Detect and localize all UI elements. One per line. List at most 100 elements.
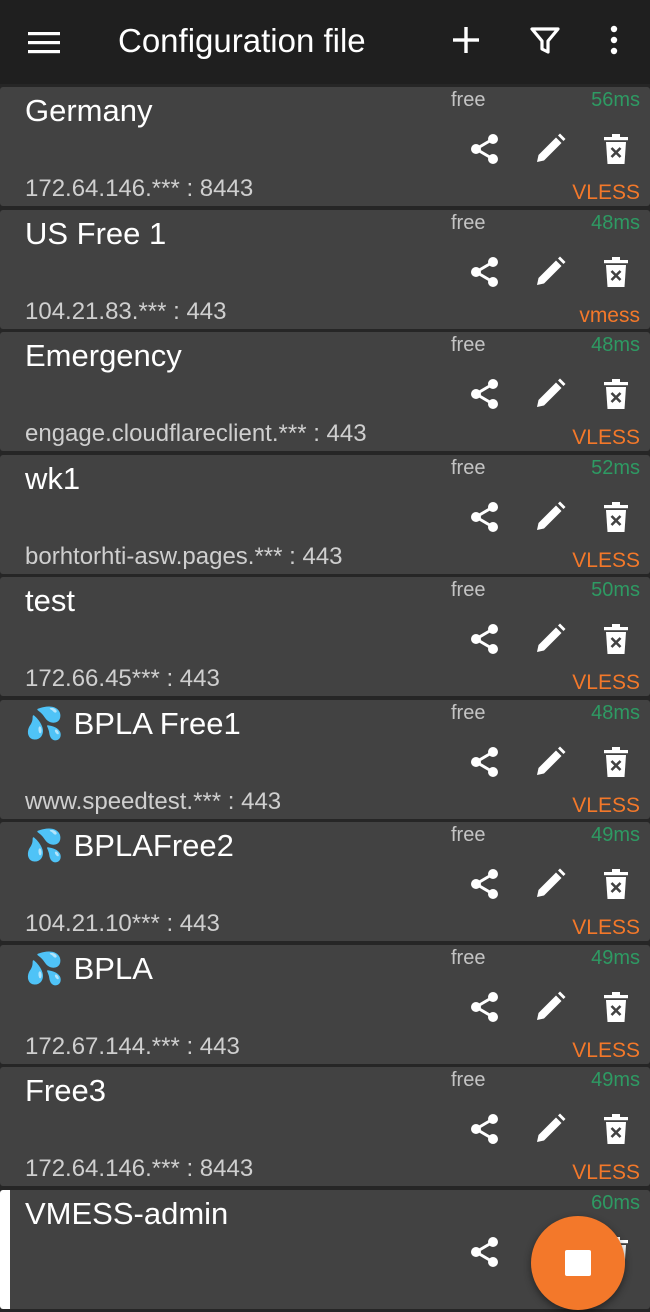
server-card[interactable]: Free3 free 49ms 172.64.146.***: 8443 VL… [0, 1067, 650, 1186]
server-name: 💦 BPLAFree2 [25, 826, 234, 866]
subscription-label: free [451, 824, 486, 846]
share-button[interactable] [465, 864, 505, 904]
share-button[interactable] [465, 987, 505, 1027]
share-icon [471, 1236, 498, 1267]
edit-button[interactable] [530, 987, 570, 1027]
protocol-label: VLESS [572, 793, 640, 817]
edit-button[interactable] [530, 1109, 570, 1149]
latency-label: 49ms [591, 1069, 640, 1091]
share-button[interactable] [465, 252, 505, 292]
protocol-label: VLESS [572, 181, 640, 204]
protocol-label: VLESS [572, 548, 640, 572]
more-options-button[interactable] [598, 20, 630, 60]
menu-icon [28, 32, 60, 54]
latency-label: 49ms [591, 946, 640, 969]
delete-button[interactable] [596, 1109, 636, 1149]
share-button[interactable] [465, 129, 505, 169]
server-address: engage.cloudflareclient.*** : 443 [25, 420, 367, 447]
latency-label: 49ms [591, 824, 640, 846]
delete-button[interactable] [596, 742, 636, 782]
latency-label: 48ms [591, 211, 640, 234]
pencil-icon [537, 746, 566, 775]
delete-icon [604, 746, 628, 777]
emoji-icon: 💦 [25, 705, 64, 741]
latency-label: 50ms [591, 579, 640, 601]
delete-button[interactable] [596, 252, 636, 292]
pencil-icon [537, 1113, 566, 1142]
pencil-icon [537, 623, 566, 652]
server-name: Emergency [25, 336, 182, 376]
edit-button[interactable] [530, 374, 570, 414]
delete-button[interactable] [596, 497, 636, 537]
server-name-text: US Free 1 [25, 215, 167, 251]
app-bar: Configuration file [0, 0, 650, 84]
pencil-icon [537, 991, 566, 1020]
share-icon [471, 134, 498, 164]
share-button[interactable] [465, 1232, 505, 1272]
server-name-text: Emergency [25, 338, 182, 373]
server-name-text: Free3 [25, 1073, 106, 1108]
server-name-text: BPLAFree2 [73, 828, 234, 863]
server-name: Free3 [25, 1071, 106, 1111]
delete-button[interactable] [596, 374, 636, 414]
edit-button[interactable] [530, 497, 570, 537]
server-card[interactable]: 💦 BPLAFree2 free 49ms 104.21.10***: 443… [0, 822, 650, 941]
server-card[interactable]: Emergency free 48ms engage.cloudflarecli… [0, 332, 650, 451]
server-list: Germany free 56ms 172.64.146.***: 8443 … [0, 87, 650, 1312]
share-button[interactable] [465, 742, 505, 782]
edit-button[interactable] [530, 742, 570, 782]
protocol-label: VLESS [572, 1038, 640, 1062]
server-card[interactable]: US Free 1 free 48ms 104.21.83.***: 443 … [0, 209, 650, 329]
delete-button[interactable] [596, 619, 636, 659]
server-card[interactable]: Germany free 56ms 172.64.146.***: 8443 … [0, 87, 650, 206]
menu-button[interactable] [22, 24, 68, 60]
stop-icon [565, 1250, 591, 1276]
share-button[interactable] [465, 1109, 505, 1149]
share-icon [471, 869, 498, 899]
subscription-label: free [451, 701, 486, 724]
add-config-button[interactable] [446, 20, 486, 60]
server-name: test [25, 581, 75, 621]
server-name-text: Germany [25, 93, 153, 128]
share-icon [471, 501, 498, 532]
server-card[interactable]: 💦 BPLA Free1 free 48ms www.speedtest.***… [0, 699, 650, 819]
plus-icon [453, 27, 479, 53]
server-card[interactable]: wk1 free 52ms borhtorhti-asw.pages.***:… [0, 454, 650, 574]
pencil-icon [537, 378, 566, 407]
protocol-label: VLESS [572, 916, 640, 939]
filter-button[interactable] [526, 20, 564, 60]
pencil-icon [537, 501, 566, 530]
server-address: 104.21.83.*** : 443 [25, 297, 227, 325]
share-button[interactable] [465, 619, 505, 659]
delete-icon [604, 256, 628, 287]
server-address: 172.64.146.*** : 8443 [25, 1155, 254, 1182]
filter-icon [530, 27, 560, 54]
share-icon [471, 746, 498, 777]
share-button[interactable] [465, 497, 505, 537]
delete-button[interactable] [596, 129, 636, 169]
server-name: US Free 1 [25, 214, 166, 254]
delete-icon [604, 379, 628, 409]
edit-button[interactable] [530, 619, 570, 659]
server-card[interactable]: test free 50ms 172.66.45***: 443 VLESS [0, 577, 650, 696]
protocol-label: VLESS [572, 671, 640, 694]
edit-button[interactable] [530, 129, 570, 169]
edit-button[interactable] [530, 252, 570, 292]
delete-button[interactable] [596, 864, 636, 904]
edit-button[interactable] [530, 864, 570, 904]
delete-icon [604, 1114, 628, 1144]
latency-label: 56ms [591, 89, 640, 111]
server-address: 172.64.146.*** : 8443 [25, 175, 254, 202]
protocol-label: VLESS [572, 426, 640, 449]
pencil-icon [537, 868, 566, 897]
subscription-label: free [451, 1069, 486, 1091]
server-name: wk1 [25, 459, 80, 499]
share-button[interactable] [465, 374, 505, 414]
latency-label: 48ms [591, 701, 640, 724]
subscription-label: free [451, 579, 486, 601]
server-name-text: wk1 [25, 460, 81, 496]
server-card[interactable]: 💦 BPLA free 49ms 172.67.144.***: 443 VL… [0, 944, 650, 1064]
delete-button[interactable] [596, 987, 636, 1027]
server-address: www.speedtest.*** : 443 [25, 787, 282, 815]
connect-toggle-button[interactable] [531, 1216, 625, 1310]
